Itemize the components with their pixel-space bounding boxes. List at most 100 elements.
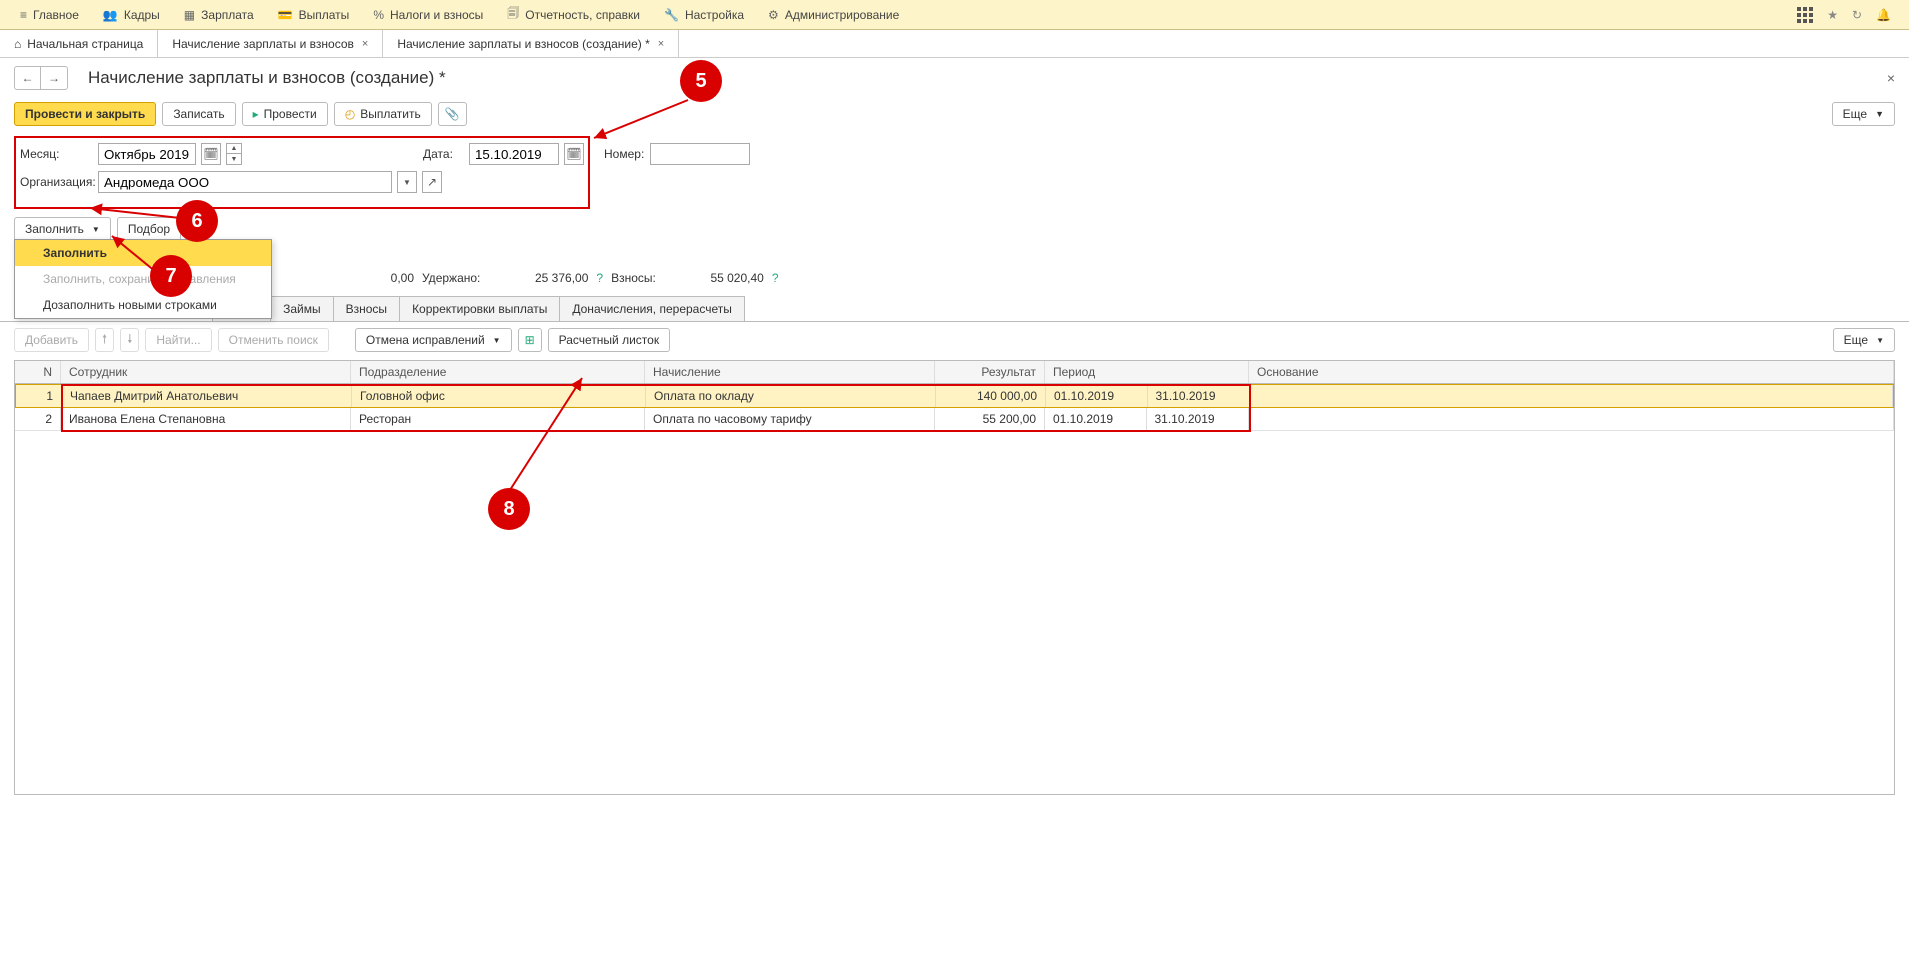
- title-row: ← → Начисление зарплаты и взносов (созда…: [0, 58, 1909, 98]
- close-icon[interactable]: ×: [362, 38, 368, 50]
- more-button[interactable]: Еще▼: [1832, 102, 1895, 126]
- dropdown-fill-keep: Заполнить, сохранив исправления: [15, 266, 271, 292]
- col-department[interactable]: Подразделение: [351, 361, 645, 383]
- command-bar: Провести и закрыть Записать ▸Провести ◴В…: [0, 98, 1909, 130]
- tab-home[interactable]: ⌂Начальная страница: [0, 30, 158, 57]
- table-row[interactable]: 1 Чапаев Дмитрий Анатольевич Головной оф…: [15, 384, 1894, 408]
- month-calendar-button[interactable]: 🗓: [201, 143, 221, 165]
- add-button[interactable]: Добавить: [14, 328, 89, 352]
- menu-salary-label: Зарплата: [201, 8, 254, 22]
- spin-up-icon[interactable]: ▲: [227, 144, 241, 154]
- cell-n: 1: [16, 385, 62, 407]
- menu-salary[interactable]: ▦Зарплата: [172, 0, 266, 30]
- select-button[interactable]: Подбор: [117, 217, 181, 241]
- table-row[interactable]: 2 Иванова Елена Степановна Ресторан Опла…: [15, 408, 1894, 431]
- close-icon[interactable]: ×: [658, 38, 664, 50]
- menu-reports[interactable]: 🗐Отчетность, справки: [495, 0, 652, 30]
- col-result[interactable]: Результат: [935, 361, 1045, 383]
- cell-department: Ресторан: [351, 408, 645, 430]
- find-button[interactable]: Найти...: [145, 328, 211, 352]
- month-spinner[interactable]: ▲▼: [226, 143, 242, 165]
- help-icon[interactable]: ?: [772, 271, 779, 285]
- tab-accrual-create[interactable]: Начисление зарплаты и взносов (создание)…: [383, 30, 679, 57]
- subtab-payfix[interactable]: Корректировки выплаты: [399, 296, 560, 322]
- top-right-icons: ★ ↻ 🔔: [1797, 7, 1901, 23]
- cell-employee: Чапаев Дмитрий Анатольевич: [62, 385, 352, 407]
- date-label: Дата:: [423, 147, 463, 161]
- dropdown-fill[interactable]: Заполнить: [15, 240, 271, 266]
- doc-icon: 🗐: [507, 4, 519, 25]
- number-input[interactable]: [650, 143, 750, 165]
- subtab-loans[interactable]: Займы: [270, 296, 334, 322]
- tab-accrual-list[interactable]: Начисление зарплаты и взносов×: [158, 30, 383, 57]
- org-label: Организация:: [20, 175, 92, 189]
- date-input[interactable]: [469, 143, 559, 165]
- arrow-down-icon: 🠗: [127, 330, 132, 351]
- cell-result: 140 000,00: [936, 385, 1046, 407]
- table-body[interactable]: 1 Чапаев Дмитрий Анатольевич Головной оф…: [15, 384, 1894, 794]
- menu-settings[interactable]: 🔧Настройка: [652, 0, 756, 30]
- paperclip-icon: 📎: [445, 107, 460, 121]
- menu-taxes[interactable]: %Налоги и взносы: [361, 0, 495, 30]
- date-calendar-button[interactable]: 🗓: [564, 143, 584, 165]
- bell-icon[interactable]: 🔔: [1876, 8, 1891, 22]
- attach-button[interactable]: 📎: [438, 102, 467, 126]
- help-icon[interactable]: ?: [596, 271, 603, 285]
- window-tabs: ⌂Начальная страница Начисление зарплаты …: [0, 30, 1909, 58]
- spin-down-icon[interactable]: ▼: [227, 154, 241, 164]
- accrued-value: 0,00: [314, 271, 414, 285]
- pay-button[interactable]: ◴Выплатить: [334, 102, 432, 126]
- dropdown-fill-append[interactable]: Дозаполнить новыми строками: [15, 292, 271, 318]
- page-close-button[interactable]: ×: [1887, 70, 1895, 86]
- nav-back-button[interactable]: ←: [15, 67, 41, 89]
- wallet-icon: 💳: [278, 8, 293, 22]
- org-input[interactable]: [98, 171, 392, 193]
- select-label: Подбор: [128, 222, 170, 236]
- col-employee[interactable]: Сотрудник: [61, 361, 351, 383]
- apps-icon[interactable]: [1797, 7, 1813, 23]
- arrow-up-icon: 🠕: [102, 330, 107, 351]
- grid-settings-button[interactable]: ⊞: [518, 328, 542, 352]
- cell-n: 2: [15, 408, 61, 430]
- gear-icon: ⚙: [768, 8, 779, 22]
- subtab-contrib[interactable]: Взносы: [333, 296, 400, 322]
- save-button[interactable]: Записать: [162, 102, 235, 126]
- moveup-button[interactable]: 🠕: [95, 328, 114, 352]
- menu-main[interactable]: ≡Главное: [8, 0, 91, 30]
- star-icon[interactable]: ★: [1827, 8, 1838, 22]
- payslip-button[interactable]: Расчетный листок: [548, 328, 670, 352]
- fill-label: Заполнить: [25, 222, 84, 236]
- chevron-down-icon: ▼: [493, 336, 501, 345]
- pay-icon: ◴: [345, 107, 355, 121]
- fill-button[interactable]: Заполнить▼: [14, 217, 111, 241]
- month-input[interactable]: [98, 143, 196, 165]
- movedown-button[interactable]: 🠗: [120, 328, 139, 352]
- cell-period-from: 01.10.2019: [1046, 385, 1148, 407]
- nav-forward-button[interactable]: →: [41, 67, 67, 89]
- save-label: Записать: [173, 107, 224, 121]
- menu-admin[interactable]: ⚙Администрирование: [756, 0, 911, 30]
- dropdown-fill-keep-label: Заполнить, сохранив исправления: [43, 272, 236, 286]
- cell-department: Головной офис: [352, 385, 646, 407]
- grid-more-button[interactable]: Еще▼: [1833, 328, 1895, 352]
- cancel-fixes-button[interactable]: Отмена исправлений ▼: [355, 328, 512, 352]
- subtab-recalc[interactable]: Доначисления, перерасчеты: [559, 296, 744, 322]
- cancel-fixes-label: Отмена исправлений: [366, 333, 485, 347]
- menu-hr[interactable]: 👥Кадры: [91, 0, 172, 30]
- col-accrual[interactable]: Начисление: [645, 361, 935, 383]
- org-dropdown-button[interactable]: ▼: [397, 171, 417, 193]
- post-button[interactable]: ▸Провести: [242, 102, 328, 126]
- menu-payments[interactable]: 💳Выплаты: [266, 0, 362, 30]
- org-open-button[interactable]: ↗: [422, 171, 442, 193]
- col-basis[interactable]: Основание: [1249, 361, 1894, 383]
- number-label: Номер:: [604, 147, 644, 161]
- menu-icon: ≡: [20, 8, 27, 22]
- tab-home-label: Начальная страница: [27, 37, 143, 51]
- col-period[interactable]: Период: [1045, 361, 1249, 383]
- col-n[interactable]: N: [15, 361, 61, 383]
- history-icon[interactable]: ↻: [1852, 8, 1862, 22]
- cell-basis: [1249, 408, 1894, 430]
- cancel-find-button[interactable]: Отменить поиск: [218, 328, 329, 352]
- post-and-close-button[interactable]: Провести и закрыть: [14, 102, 156, 126]
- grid-more-label: Еще: [1844, 333, 1868, 347]
